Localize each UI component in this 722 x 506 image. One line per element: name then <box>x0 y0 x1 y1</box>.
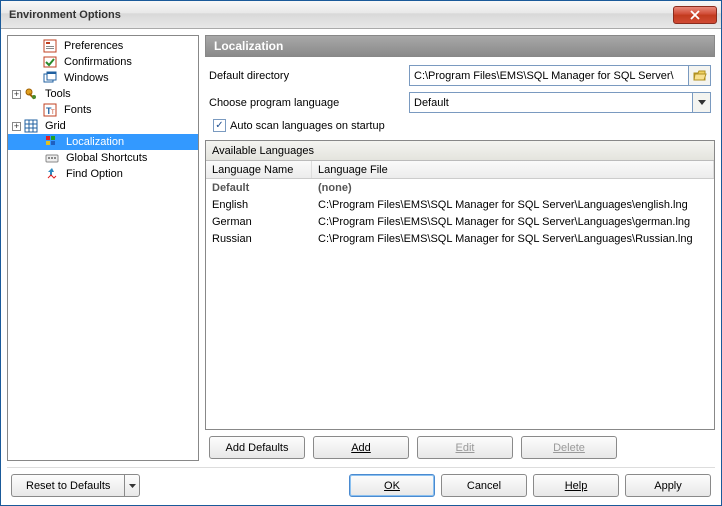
window-title: Environment Options <box>9 9 673 21</box>
autoscan-row[interactable]: Auto scan languages on startup <box>209 119 711 132</box>
tree-item-confirmations[interactable]: Confirmations <box>8 54 198 70</box>
apply-button[interactable]: Apply <box>625 474 711 497</box>
grid-icon <box>23 118 39 134</box>
preferences-icon <box>42 38 58 54</box>
tree-item-localization[interactable]: Localization <box>8 134 198 150</box>
form-area: Default directory Choose program languag… <box>205 57 715 136</box>
default-directory-label: Default directory <box>209 70 409 82</box>
grid-button-bar: Add Defaults Add Edit Delete <box>205 430 715 461</box>
add-button[interactable]: Add <box>313 436 409 459</box>
cancel-button[interactable]: Cancel <box>441 474 527 497</box>
choose-language-row: Choose program language Default <box>209 92 711 113</box>
footer: Reset to Defaults OK Cancel Help Apply <box>7 467 715 499</box>
section-header: Localization <box>205 35 715 57</box>
default-directory-row: Default directory <box>209 65 711 86</box>
chevron-down-icon[interactable] <box>124 474 140 497</box>
ok-button[interactable]: OK <box>349 474 435 497</box>
edit-button[interactable]: Edit <box>417 436 513 459</box>
tree-item-global-shortcuts[interactable]: Global Shortcuts <box>8 150 198 166</box>
svg-text:T: T <box>51 110 55 116</box>
nav-tree[interactable]: Preferences Confirmations Windows <box>7 35 199 461</box>
find-icon <box>44 166 60 182</box>
col-language-name[interactable]: Language Name <box>206 161 312 178</box>
tree-item-fonts[interactable]: TT Fonts <box>8 102 198 118</box>
table-row[interactable]: English C:\Program Files\EMS\SQL Manager… <box>206 196 714 213</box>
localization-icon <box>44 134 60 150</box>
folder-icon <box>693 70 707 82</box>
table-row[interactable]: Russian C:\Program Files\EMS\SQL Manager… <box>206 230 714 247</box>
autoscan-checkbox[interactable] <box>213 119 226 132</box>
tools-icon <box>23 86 39 102</box>
grid-header: Language Name Language File <box>206 161 714 179</box>
help-button[interactable]: Help <box>533 474 619 497</box>
titlebar: Environment Options <box>1 1 721 29</box>
choose-language-select[interactable]: Default <box>409 92 711 113</box>
content-panel: Localization Default directory Choose pr… <box>205 35 715 461</box>
tree-item-grid[interactable]: + Grid <box>8 118 198 134</box>
grid-title: Available Languages <box>206 141 714 161</box>
add-defaults-button[interactable]: Add Defaults <box>209 436 305 459</box>
table-row[interactable]: German C:\Program Files\EMS\SQL Manager … <box>206 213 714 230</box>
col-language-file[interactable]: Language File <box>312 161 714 178</box>
window: Environment Options Preferences <box>0 0 722 506</box>
browse-button[interactable] <box>689 65 711 86</box>
main-area: Preferences Confirmations Windows <box>7 35 715 461</box>
tree-item-windows[interactable]: Windows <box>8 70 198 86</box>
expand-icon[interactable]: + <box>12 90 21 99</box>
close-icon <box>690 10 700 20</box>
expand-icon[interactable]: + <box>12 122 21 131</box>
delete-button[interactable]: Delete <box>521 436 617 459</box>
tree-item-find-option[interactable]: Find Option <box>8 166 198 182</box>
reset-defaults-button[interactable]: Reset to Defaults <box>11 474 140 497</box>
fonts-icon: TT <box>42 102 58 118</box>
confirmations-icon <box>42 54 58 70</box>
shortcuts-icon <box>44 150 60 166</box>
tree-item-tools[interactable]: + Tools <box>8 86 198 102</box>
dialog-body: Preferences Confirmations Windows <box>1 29 721 505</box>
autoscan-label: Auto scan languages on startup <box>230 120 385 132</box>
chevron-down-icon[interactable] <box>692 93 710 112</box>
tree-item-preferences[interactable]: Preferences <box>8 38 198 54</box>
languages-grid: Available Languages Language Name Langua… <box>205 140 715 430</box>
choose-language-label: Choose program language <box>209 97 409 109</box>
windows-icon <box>42 70 58 86</box>
default-directory-input[interactable] <box>409 65 689 86</box>
table-row[interactable]: Default (none) <box>206 179 714 196</box>
close-button[interactable] <box>673 6 717 24</box>
grid-body[interactable]: Default (none) English C:\Program Files\… <box>206 179 714 429</box>
